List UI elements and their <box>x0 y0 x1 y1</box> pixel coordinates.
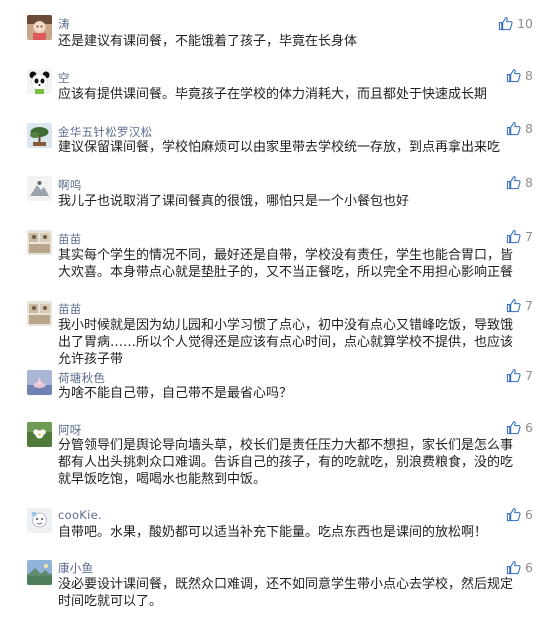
like-button[interactable]: 8 <box>506 66 533 84</box>
comment-text: 建议保留课间餐，学校怕麻烦可以由家里带去学校统一存放，到点再拿出来吃 <box>58 140 501 155</box>
avatar-cartoon-icon[interactable] <box>27 508 52 533</box>
commenter-name[interactable]: 康小鱼 <box>58 560 93 576</box>
commenter-name[interactable]: cooKie. <box>58 508 102 522</box>
avatar-mountain-icon[interactable] <box>27 176 52 201</box>
commenter-name[interactable]: 涛 <box>58 16 70 32</box>
like-count: 8 <box>525 67 533 83</box>
avatar-photo-icon[interactable] <box>27 301 52 326</box>
like-count: 7 <box>525 367 533 383</box>
like-count: 6 <box>525 559 533 575</box>
avatar-panda-icon[interactable] <box>27 69 52 94</box>
thumbs-up-icon <box>506 68 521 82</box>
comment-text: 应该有提供课间餐。毕竟孩子在学校的体力消耗大，而且都处于快速成长期 <box>58 87 488 102</box>
comment-text: 自带吧。水果，酸奶都可以适当补充下能量。吃点东西也是课间的放松啊！ <box>58 525 488 540</box>
like-button[interactable]: 10 <box>498 14 533 32</box>
comment-text: 还是建议有课间餐，不能饿着了孩子，毕竟在长身体 <box>58 34 358 49</box>
commenter-name[interactable]: 苗苗 <box>58 231 82 247</box>
like-count: 7 <box>525 297 533 313</box>
commenter-name[interactable]: 空 <box>58 70 70 86</box>
avatar-doll-icon[interactable] <box>27 15 52 40</box>
comment-text: 我小时候就是因为幼儿园和小学习惯了点心，初中没有点心又错峰吃饭，导致饿出了胃病…… <box>58 318 514 367</box>
commenter-name[interactable]: 金华五针松罗汉松 <box>58 124 152 140</box>
comment-list: 涛 还是建议有课间餐，不能饿着了孩子，毕竟在长身体 10 空 应该有提供课间餐。… <box>0 0 550 618</box>
avatar-bonsai-icon[interactable] <box>27 123 52 148</box>
avatar-photo-icon[interactable] <box>27 230 52 255</box>
like-count: 6 <box>525 419 533 435</box>
commenter-name[interactable]: 荷塘秋色 <box>58 370 105 386</box>
like-button[interactable]: 8 <box>506 119 533 137</box>
thumbs-up-icon <box>506 229 521 243</box>
like-button[interactable]: 6 <box>506 558 533 576</box>
thumbs-up-icon <box>498 16 513 30</box>
commenter-name[interactable]: 阿呀 <box>58 422 82 438</box>
like-button[interactable]: 8 <box>506 173 533 191</box>
like-count: 10 <box>517 15 533 31</box>
like-button[interactable]: 7 <box>506 296 533 314</box>
like-count: 7 <box>525 228 533 244</box>
avatar-flower-icon[interactable] <box>27 422 52 447</box>
commenter-name[interactable]: 苗苗 <box>58 301 82 317</box>
thumbs-up-icon <box>506 121 521 135</box>
commenter-name[interactable]: 啊呜 <box>58 177 82 193</box>
thumbs-up-icon <box>506 560 521 574</box>
comment-text: 分管领导们是舆论导向墙头草，校长们是责任压力大都不想担，家长们是怎么事都有人出头… <box>58 438 514 487</box>
comment-text: 其实每个学生的情况不同，最好还是自带，学校没有责任，学生也能合胃口，皆大欢喜。本… <box>58 248 514 280</box>
like-count: 6 <box>525 506 533 522</box>
comment-text: 为啥不能自己带，自己带不是最省心吗？ <box>58 386 293 401</box>
comment-text: 没必要设计课间餐，既然众口难调，还不如同意学生带小点心去学校，然后规定时间吃就可… <box>58 577 514 609</box>
like-button[interactable]: 6 <box>506 418 533 436</box>
like-button[interactable]: 6 <box>506 505 533 523</box>
like-button[interactable]: 7 <box>506 227 533 245</box>
avatar-lotus-icon[interactable] <box>27 370 52 395</box>
thumbs-up-icon <box>506 175 521 189</box>
thumbs-up-icon <box>506 507 521 521</box>
like-count: 8 <box>525 174 533 190</box>
thumbs-up-icon <box>506 420 521 434</box>
thumbs-up-icon <box>506 298 521 312</box>
like-count: 8 <box>525 120 533 136</box>
like-button[interactable]: 7 <box>506 366 533 384</box>
comment-text: 我儿子也说取消了课间餐真的很饿，哪怕只是一个小餐包也好 <box>58 194 410 209</box>
thumbs-up-icon <box>506 368 521 382</box>
avatar-landscape-icon[interactable] <box>27 560 52 585</box>
